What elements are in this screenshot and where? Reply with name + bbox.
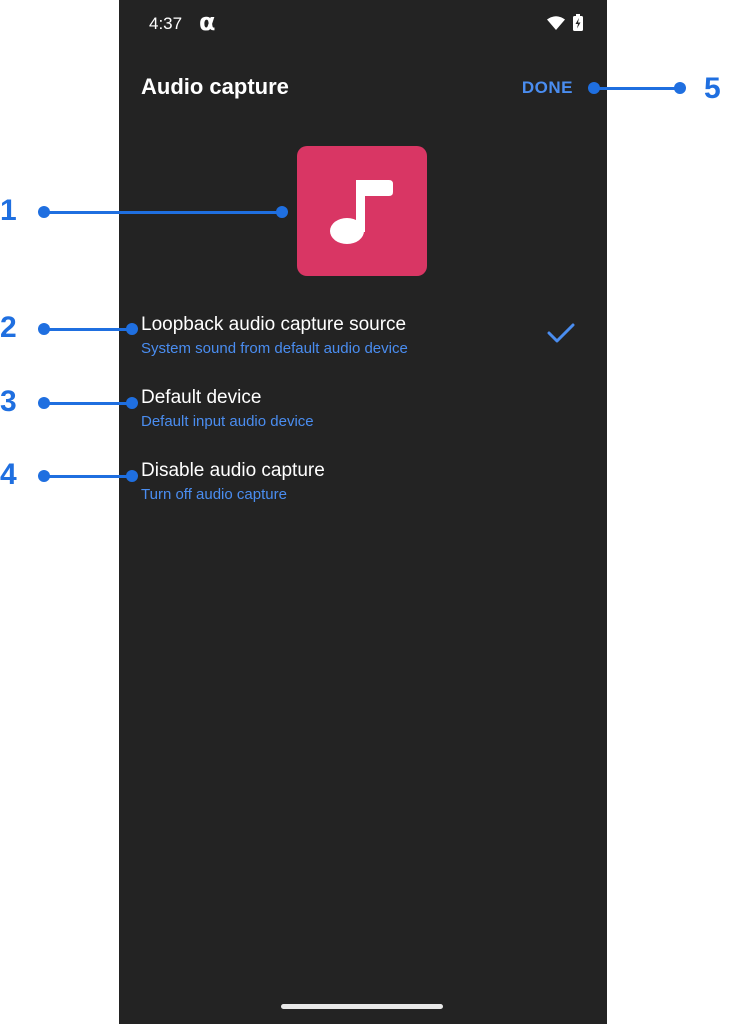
annotation-dot (588, 82, 600, 94)
annotation-label-4: 4 (0, 458, 17, 491)
option-default-device[interactable]: Default device Default input audio devic… (141, 387, 581, 432)
option-disable-audio[interactable]: Disable audio capture Turn off audio cap… (141, 460, 581, 505)
annotation-dot (126, 470, 138, 482)
annotation-label-2: 2 (0, 311, 17, 344)
status-time: 4:37 (149, 14, 183, 33)
carrier-glyph: α (199, 8, 216, 36)
audio-source-tile (297, 146, 427, 276)
annotation-dot (38, 470, 50, 482)
annotation-label-1: 1 (0, 194, 17, 227)
option-title: Disable audio capture (141, 460, 325, 481)
option-loopback[interactable]: Loopback audio capture source System sou… (141, 314, 581, 359)
annotation-leader-5 (594, 87, 680, 90)
done-button[interactable]: DONE (522, 78, 573, 98)
annotation-leader-1 (44, 211, 282, 214)
option-subtitle: Turn off audio capture (141, 486, 287, 503)
page-title: Audio capture (141, 74, 289, 99)
wifi-icon (547, 15, 565, 35)
annotation-leader-3 (44, 402, 132, 405)
option-subtitle: System sound from default audio device (141, 340, 408, 357)
annotation-dot (126, 397, 138, 409)
option-title: Default device (141, 387, 262, 408)
annotation-dot (38, 397, 50, 409)
option-title: Loopback audio capture source (141, 314, 407, 335)
annotation-leader-4 (44, 475, 132, 478)
annotation-label-3: 3 (0, 385, 17, 418)
check-icon (547, 322, 575, 349)
option-subtitle: Default input audio device (141, 413, 314, 430)
annotation-dot (38, 206, 50, 218)
home-indicator[interactable] (281, 1004, 443, 1009)
annotation-dot (276, 206, 288, 218)
annotation-label-5: 5 (704, 72, 721, 105)
status-icons (547, 14, 583, 36)
status-bar: 4:37 α (119, 0, 607, 52)
phone-screen: 4:37 α Audio capture DONE Loopback audio… (119, 0, 607, 1024)
annotation-leader-2 (44, 328, 132, 331)
annotation-dot (126, 323, 138, 335)
battery-charging-icon (573, 14, 583, 36)
annotation-dot (674, 82, 686, 94)
annotation-dot (38, 323, 50, 335)
